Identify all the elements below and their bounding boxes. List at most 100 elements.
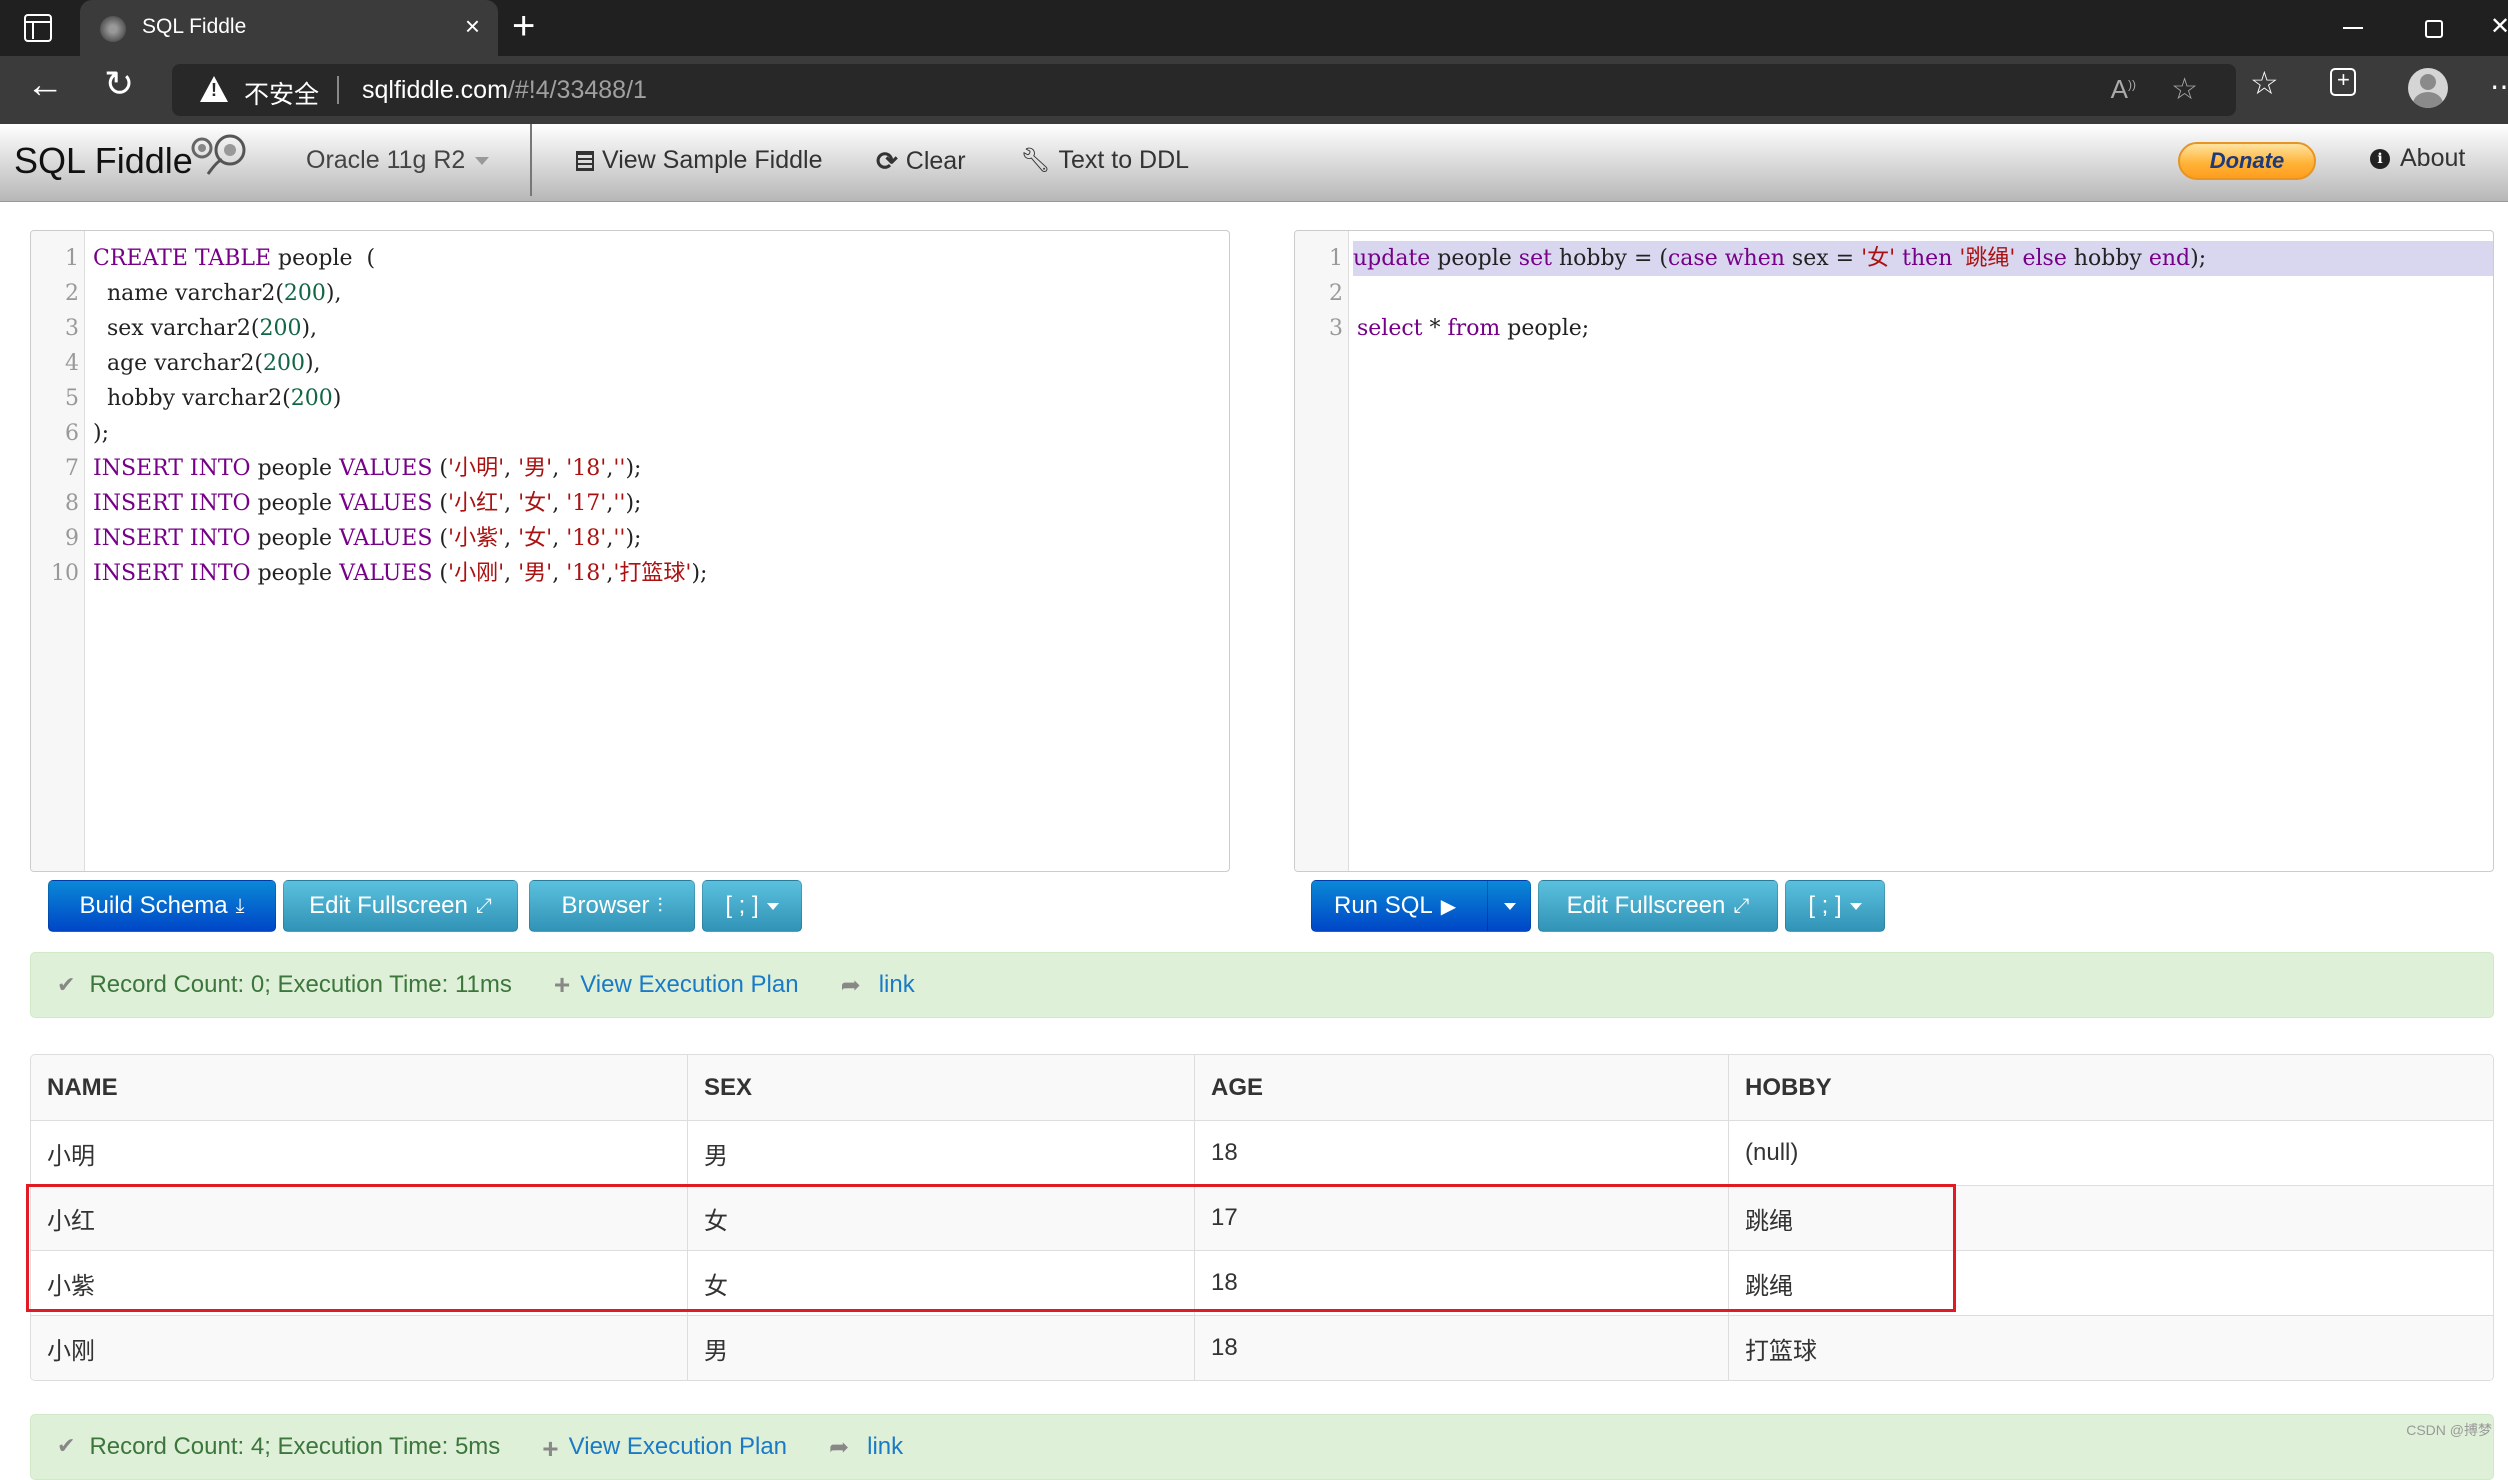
string-token: '小紫' [448, 526, 505, 551]
code-line[interactable]: 6); [31, 416, 1229, 451]
code-line[interactable]: 3 select * from people; [1295, 311, 2493, 346]
new-tab-button[interactable]: + [512, 6, 535, 46]
more-icon[interactable]: ⋯ [2490, 70, 2508, 103]
minimize-icon[interactable] [2343, 27, 2363, 29]
tab-actions-icon[interactable] [24, 14, 52, 42]
back-icon[interactable]: ← [26, 66, 64, 104]
maximize-icon[interactable] [2425, 20, 2443, 38]
url-text[interactable]: sqlfiddle.com/#!4/33488/1 [362, 76, 647, 105]
caret-down-icon [1849, 902, 1862, 910]
read-aloud-icon[interactable]: A)) [2111, 74, 2136, 105]
keyword-token: update [1353, 246, 1431, 271]
code-line[interactable]: 1 CREATE TABLE people ( [31, 241, 1229, 276]
about-link[interactable]: i About [2370, 144, 2465, 173]
line-number: 6 [65, 421, 79, 446]
collections-icon[interactable] [2330, 67, 2356, 96]
browser-titlebar: SQL Fiddle × + ✕ [0, 0, 2508, 56]
permalink[interactable]: link [867, 1433, 903, 1461]
column-header: HOBBY [1729, 1055, 2493, 1120]
schema-editor[interactable]: 1 CREATE TABLE people (2 name varchar2(20… [30, 230, 1230, 872]
checkmark-icon: ✔ [57, 972, 76, 997]
query-edit-fullscreen-button[interactable]: Edit Fullscreen ⤢ [1538, 880, 1778, 932]
profile-avatar[interactable] [2408, 68, 2448, 108]
query-editor[interactable]: 1 update people set hobby = (case when se… [1294, 230, 2494, 872]
code-token: * [1422, 316, 1448, 341]
browser-label: Browser [561, 892, 650, 919]
line-number: 3 [1329, 316, 1343, 341]
caret-down-icon [766, 902, 779, 910]
fullscreen-icon: ⤢ [475, 894, 492, 917]
permalink[interactable]: link [879, 971, 915, 999]
table-row: 小刚 男 18 打篮球 [31, 1315, 2493, 1380]
code-token: ); [625, 491, 642, 516]
view-sample-fiddle-link[interactable]: View Sample Fiddle [576, 146, 822, 175]
tree-icon: ⫶ [657, 894, 663, 917]
run-sql-label: Run SQL [1334, 892, 1433, 919]
text-to-ddl-link[interactable]: 🔧︎ Text to DDL [1020, 146, 1189, 175]
code-text: INSERT INTO people VALUES ('小明', '男', '1… [93, 451, 641, 486]
window-close-icon[interactable]: ✕ [2490, 12, 2508, 41]
string-token: '' [613, 526, 626, 551]
keyword-token: when [1724, 246, 1785, 271]
keyword-token: VALUES [339, 561, 433, 586]
add-favorite-icon[interactable]: ☆ [2171, 72, 2198, 107]
clear-link[interactable]: ⟳ Clear [876, 146, 966, 177]
schema-edit-fullscreen-button[interactable]: Edit Fullscreen ⤢ [283, 880, 518, 932]
code-token: , [552, 561, 567, 586]
code-line[interactable]: 8 INSERT INTO people VALUES ('小红', '女', '… [31, 486, 1229, 521]
code-token: people [250, 456, 340, 481]
browser-tab[interactable]: SQL Fiddle × [80, 0, 498, 56]
code-token: ), [304, 351, 321, 376]
code-line[interactable]: 4 age varchar2(200), [31, 346, 1229, 381]
cell-name: 小红 [31, 1185, 688, 1250]
code-line[interactable]: 10 INSERT INTO people VALUES ('小刚', '男', … [31, 556, 1229, 591]
schema-delimiter-dropdown[interactable]: [ ; ] [702, 880, 802, 932]
browser-button[interactable]: Browser ⫶ [529, 880, 695, 932]
app-navbar: SQL Fiddle Oracle 11g R2 View Sample Fid… [0, 124, 2508, 202]
reload-icon[interactable]: ↻ [104, 66, 134, 102]
database-select[interactable]: Oracle 11g R2 [306, 146, 490, 175]
favorites-icon[interactable]: ☆ [2250, 64, 2279, 102]
code-line[interactable]: 9 INSERT INTO people VALUES ('小紫', '女', '… [31, 521, 1229, 556]
build-schema-button[interactable]: Build Schema ⤓ [48, 880, 276, 932]
address-bar[interactable]: 不安全 sqlfiddle.com/#!4/33488/1 A)) ☆ [172, 64, 2236, 116]
query-delimiter-dropdown[interactable]: [ ; ] [1785, 880, 1885, 932]
schema-status-text: Record Count: 0; Execution Time: 11ms [89, 971, 512, 998]
code-token: hobby = ( [1551, 246, 1668, 271]
address-bar-row: ← ↻ 不安全 sqlfiddle.com/#!4/33488/1 A)) ☆ … [0, 56, 2508, 124]
code-token: people ( [271, 246, 376, 271]
string-token: '18' [566, 456, 607, 481]
code-token: , [552, 456, 567, 481]
close-tab-icon[interactable]: × [465, 11, 480, 42]
plus-icon: + [542, 1433, 559, 1464]
donate-button[interactable]: Donate [2178, 142, 2316, 180]
warning-icon[interactable] [200, 76, 228, 102]
string-token: '跳绳' [1959, 246, 2016, 271]
line-number: 8 [65, 491, 79, 516]
cell-age: 18 [1195, 1120, 1729, 1185]
code-token: people [250, 491, 340, 516]
view-execution-plan-link[interactable]: View Execution Plan [580, 971, 798, 999]
table-row: 小明 男 18 (null) [31, 1120, 2493, 1185]
run-sql-dropdown-toggle[interactable] [1504, 902, 1516, 910]
keyword-token: INSERT INTO [93, 491, 251, 516]
query-status-text: Record Count: 4; Execution Time: 5ms [89, 1433, 501, 1460]
view-execution-plan-link[interactable]: View Execution Plan [569, 1433, 787, 1461]
code-line[interactable]: 5 hobby varchar2(200) [31, 381, 1229, 416]
insecure-label[interactable]: 不安全 [244, 75, 319, 111]
cell-name: 小紫 [31, 1250, 688, 1315]
run-sql-button[interactable]: Run SQL ▶ [1311, 880, 1531, 932]
code-line[interactable]: 7 INSERT INTO people VALUES ('小明', '男', '… [31, 451, 1229, 486]
code-line[interactable]: 3 sex varchar2(200), [31, 311, 1229, 346]
code-line[interactable]: 1 update people set hobby = (case when se… [1329, 241, 2493, 276]
brand-logo-text[interactable]: SQL Fiddle [14, 140, 193, 182]
database-select-value: Oracle 11g R2 [306, 146, 466, 174]
code-token: , [552, 491, 567, 516]
share-icon: ➦ [840, 971, 861, 999]
schema-code[interactable]: 1 CREATE TABLE people (2 name varchar2(20… [31, 241, 1229, 591]
favicon-icon [100, 16, 126, 42]
query-code[interactable]: 1 update people set hobby = (case when se… [1295, 241, 2493, 346]
code-line[interactable]: 2 name varchar2(200), [31, 276, 1229, 311]
code-line[interactable]: 2 [1295, 276, 2493, 311]
string-token: '' [613, 456, 626, 481]
